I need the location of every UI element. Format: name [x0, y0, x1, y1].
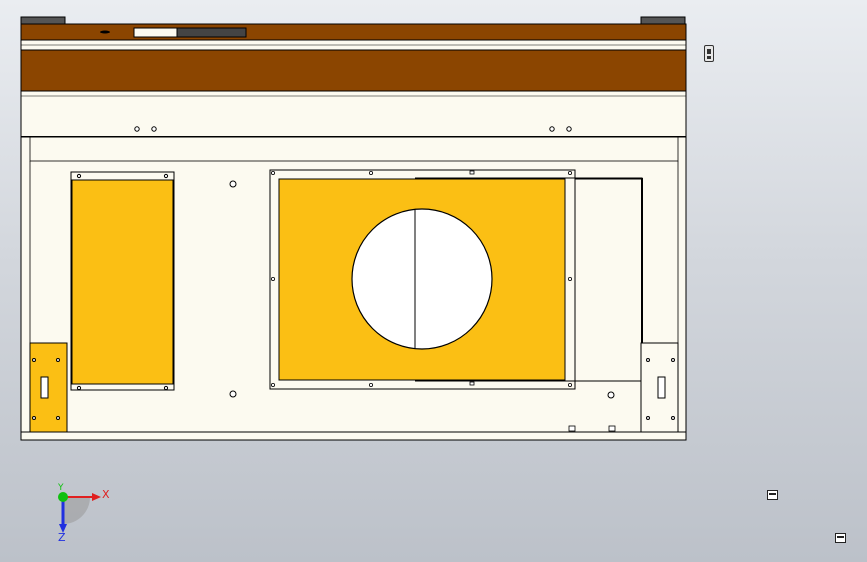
top-assembly — [20, 16, 687, 138]
view-orientation-icon[interactable] — [704, 45, 714, 62]
center-panel — [269, 169, 643, 390]
right-bracket — [640, 342, 679, 433]
z-axis-label: Z — [58, 531, 66, 544]
round-opening — [351, 208, 493, 350]
cad-drawing[interactable] — [0, 0, 867, 562]
display-style-icon[interactable] — [767, 490, 778, 500]
left-access-panel — [70, 171, 175, 391]
x-axis-label: X — [102, 488, 110, 501]
y-axis-label: Y — [58, 483, 64, 493]
left-bracket — [29, 342, 68, 433]
top-brown-strip — [20, 23, 687, 41]
axis-triad — [58, 492, 101, 533]
cad-viewport[interactable]: X Y Z — [0, 0, 867, 562]
main-brown-panel — [20, 49, 687, 92]
viewport-layout-icon[interactable] — [835, 533, 846, 543]
